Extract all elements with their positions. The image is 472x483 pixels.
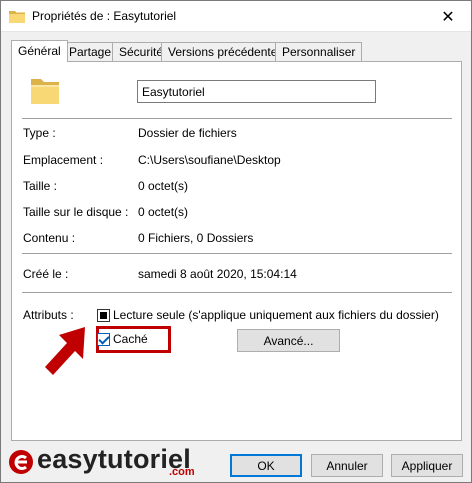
folder-icon [9,11,25,23]
tab-sharing[interactable]: Partage [62,42,119,61]
size-label: Taille : [23,179,58,193]
created-label: Créé le : [23,267,69,281]
folder-icon [31,79,59,104]
ok-button[interactable]: OK [230,454,302,477]
readonly-label: Lecture seule (s'applique uniquement aux… [113,308,439,322]
close-icon: ✕ [441,8,455,26]
red-arrow-icon [45,327,85,375]
disk-size-label: Taille sur le disque : [23,205,129,219]
disk-size-value: 0 octet(s) [138,205,189,219]
title-bar: Propriétés de : Easytutoriel ✕ [1,1,471,32]
easytutoriel-logo: easytutoriel .com [7,444,217,480]
location-label: Emplacement : [23,153,104,167]
readonly-checkbox-box[interactable] [97,309,110,322]
size-value: 0 octet(s) [138,179,189,193]
general-panel: Type : Dossier de fichiers Emplacement :… [11,61,462,441]
window-title: Propriétés de : Easytutoriel [32,9,177,23]
created-value: samedi 8 août 2020, 15:04:14 [138,267,297,281]
folder-name-input[interactable] [137,80,376,103]
contents-value: 0 Fichiers, 0 Dossiers [138,231,254,245]
hidden-label: Caché [113,332,148,346]
attributes-label: Attributs : [23,308,74,322]
separator [22,292,452,293]
advanced-button[interactable]: Avancé... [237,329,340,352]
separator [22,118,452,119]
location-value: C:\Users\soufiane\Desktop [138,153,281,167]
tab-previous-versions[interactable]: Versions précédentes [161,42,291,61]
hidden-checkbox-box[interactable] [97,333,110,346]
logo-suffix: .com [169,466,195,478]
separator [22,253,452,254]
logo-e-icon [9,450,33,474]
properties-dialog: Propriétés de : Easytutoriel ✕ Général P… [0,0,472,483]
tab-customize[interactable]: Personnaliser [275,42,363,61]
cancel-button[interactable]: Annuler [311,454,383,477]
tab-general[interactable]: Général [11,40,68,62]
apply-button[interactable]: Appliquer [391,454,463,477]
contents-label: Contenu : [23,231,76,245]
type-value: Dossier de fichiers [138,126,237,140]
close-button[interactable]: ✕ [425,1,471,32]
logo-text: easytutoriel [37,444,191,474]
type-label: Type : [23,126,56,140]
